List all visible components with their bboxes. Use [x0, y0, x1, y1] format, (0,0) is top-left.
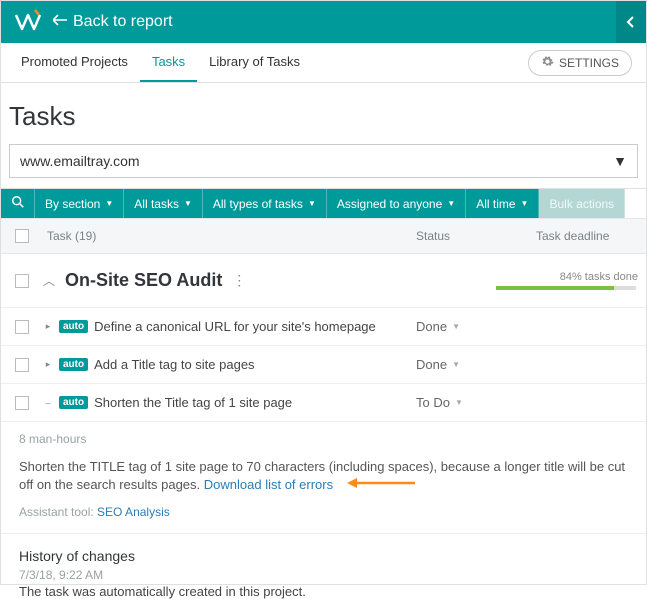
- chevron-down-icon: ▼: [521, 199, 529, 208]
- chevron-down-icon: ▼: [308, 199, 316, 208]
- column-task: Task (19): [43, 229, 416, 243]
- chevron-up-icon[interactable]: ︿: [43, 272, 55, 289]
- group-name: On-Site SEO Audit: [65, 270, 222, 291]
- task-title[interactable]: Add a Title tag to site pages: [94, 357, 254, 372]
- settings-label: SETTINGS: [559, 56, 619, 70]
- collapse-icon[interactable]: –: [43, 398, 53, 408]
- auto-badge: auto: [59, 396, 88, 409]
- task-checkbox[interactable]: [15, 320, 29, 334]
- filter-assigned[interactable]: Assigned to anyone▼: [327, 189, 466, 218]
- filter-by-section[interactable]: By section▼: [35, 189, 124, 218]
- filter-bar: By section▼ All tasks▼ All types of task…: [1, 188, 646, 218]
- task-checkbox[interactable]: [15, 358, 29, 372]
- progress-text: 84% tasks done: [496, 271, 638, 283]
- auto-badge: auto: [59, 320, 88, 333]
- status-select[interactable]: Done▼: [416, 357, 536, 372]
- gear-icon: [541, 55, 554, 71]
- column-status: Status: [416, 229, 536, 243]
- filter-all-tasks[interactable]: All tasks▼: [124, 189, 203, 218]
- chevron-down-icon: ▼: [452, 322, 460, 331]
- tabs-bar: Promoted Projects Tasks Library of Tasks…: [1, 43, 646, 83]
- task-row: – auto Shorten the Title tag of 1 site p…: [1, 384, 646, 422]
- app-logo: [13, 7, 43, 37]
- task-title[interactable]: Shorten the Title tag of 1 site page: [94, 395, 292, 410]
- progress-bar: [496, 286, 636, 290]
- task-row: ▸ auto Add a Title tag to site pages Don…: [1, 346, 646, 384]
- history-text: The task was automatically created in th…: [19, 584, 628, 599]
- column-deadline: Task deadline: [536, 229, 646, 243]
- auto-badge: auto: [59, 358, 88, 371]
- annotation-arrow-icon: [345, 476, 415, 495]
- settings-button[interactable]: SETTINGS: [528, 50, 632, 76]
- task-detail-panel: 8 man-hours Shorten the TITLE tag of 1 s…: [1, 422, 646, 534]
- search-button[interactable]: [1, 189, 35, 218]
- back-arrow-icon: [53, 13, 67, 32]
- status-select[interactable]: Done▼: [416, 319, 536, 334]
- task-description: Shorten the TITLE tag of 1 site page to …: [19, 458, 628, 495]
- filter-all-time[interactable]: All time▼: [466, 189, 539, 218]
- group-checkbox[interactable]: [15, 274, 29, 288]
- collapse-panel-button[interactable]: [616, 1, 646, 43]
- chevron-down-icon: ▼: [447, 199, 455, 208]
- kebab-menu-icon[interactable]: ⋮: [232, 272, 246, 289]
- history-heading: History of changes: [19, 548, 628, 564]
- chevron-down-icon: ▼: [184, 199, 192, 208]
- assistant-tool-line: Assistant tool: SEO Analysis: [19, 505, 628, 519]
- expand-icon[interactable]: ▸: [43, 321, 53, 332]
- man-hours: 8 man-hours: [19, 432, 628, 446]
- select-all-checkbox[interactable]: [15, 229, 29, 243]
- page-title: Tasks: [1, 83, 646, 144]
- tab-library[interactable]: Library of Tasks: [197, 43, 312, 82]
- task-group-row: ︿ On-Site SEO Audit ⋮ 84% tasks done: [1, 254, 646, 308]
- expand-icon[interactable]: ▸: [43, 359, 53, 370]
- chevron-down-icon: ▼: [105, 199, 113, 208]
- filter-all-types[interactable]: All types of tasks▼: [203, 189, 327, 218]
- download-errors-link[interactable]: Download list of errors: [204, 477, 333, 492]
- site-select[interactable]: www.emailtray.com ▼: [9, 144, 638, 178]
- task-checkbox[interactable]: [15, 396, 29, 410]
- chevron-down-icon: ▼: [613, 153, 627, 169]
- chevron-down-icon: ▼: [455, 398, 463, 407]
- tab-promoted-projects[interactable]: Promoted Projects: [9, 43, 140, 82]
- search-icon: [11, 195, 25, 212]
- history-date: 7/3/18, 9:22 AM: [19, 568, 628, 582]
- tab-tasks[interactable]: Tasks: [140, 43, 197, 82]
- bulk-actions: Bulk actions: [539, 189, 625, 218]
- task-row: ▸ auto Define a canonical URL for your s…: [1, 308, 646, 346]
- back-to-report-link[interactable]: Back to report: [53, 13, 173, 32]
- top-bar: Back to report: [1, 1, 646, 43]
- back-label: Back to report: [73, 13, 173, 31]
- seo-analysis-link[interactable]: SEO Analysis: [97, 505, 170, 519]
- site-select-value: www.emailtray.com: [20, 153, 140, 169]
- table-header: Task (19) Status Task deadline: [1, 218, 646, 254]
- status-select[interactable]: To Do▼: [416, 395, 536, 410]
- task-title[interactable]: Define a canonical URL for your site's h…: [94, 319, 376, 334]
- chevron-down-icon: ▼: [452, 360, 460, 369]
